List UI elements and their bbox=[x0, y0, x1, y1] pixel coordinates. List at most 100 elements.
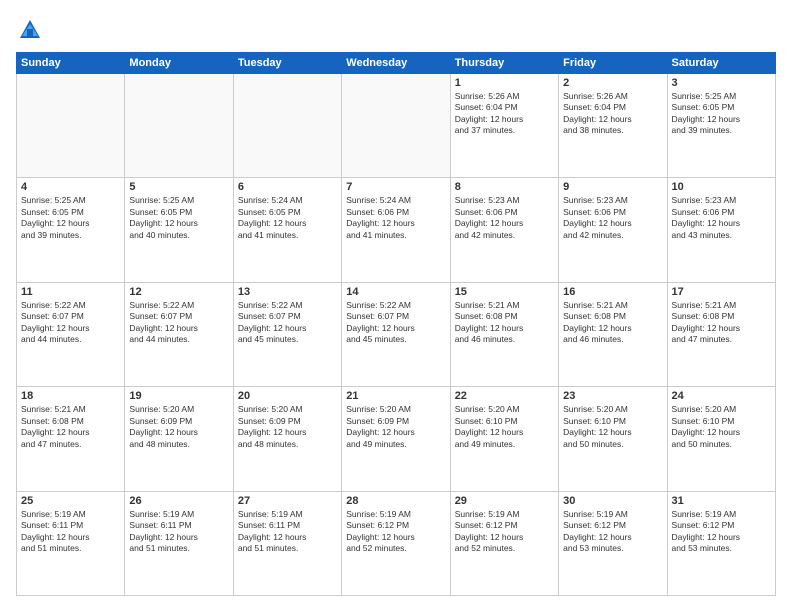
day-info: Sunrise: 5:22 AM Sunset: 6:07 PM Dayligh… bbox=[21, 300, 120, 346]
day-number: 3 bbox=[672, 77, 771, 89]
day-info: Sunrise: 5:21 AM Sunset: 6:08 PM Dayligh… bbox=[21, 404, 120, 450]
day-number: 18 bbox=[21, 390, 120, 402]
calendar-cell: 21Sunrise: 5:20 AM Sunset: 6:09 PM Dayli… bbox=[342, 387, 450, 491]
calendar-cell bbox=[125, 74, 233, 178]
calendar-cell bbox=[17, 74, 125, 178]
day-number: 16 bbox=[563, 286, 662, 298]
day-info: Sunrise: 5:22 AM Sunset: 6:07 PM Dayligh… bbox=[129, 300, 228, 346]
day-info: Sunrise: 5:23 AM Sunset: 6:06 PM Dayligh… bbox=[455, 195, 554, 241]
calendar-cell: 5 Sunrise: 5:25 AM Sunset: 6:05 PM Daylig… bbox=[125, 178, 233, 282]
calendar-header-monday: Monday bbox=[125, 53, 233, 74]
day-number: 8 bbox=[455, 181, 554, 193]
calendar-cell: 30 Sunrise: 5:19 AM Sunset: 6:12 PM Dayli… bbox=[559, 491, 667, 595]
calendar-header-thursday: Thursday bbox=[450, 53, 558, 74]
calendar-header-sunday: Sunday bbox=[17, 53, 125, 74]
calendar-header-saturday: Saturday bbox=[667, 53, 775, 74]
day-info: Sunrise: 5:25 AM Sunset: 6:05 PM Dayligh… bbox=[129, 195, 228, 241]
day-number: 26 bbox=[129, 495, 228, 507]
day-info: Sunrise: 5:23 AM Sunset: 6:06 PM Dayligh… bbox=[563, 195, 662, 241]
calendar-cell: 3Sunrise: 5:25 AM Sunset: 6:05 PM Daylig… bbox=[667, 74, 775, 178]
day-number: 2 bbox=[563, 77, 662, 89]
day-number: 14 bbox=[346, 286, 445, 298]
logo bbox=[16, 16, 48, 44]
day-info: Sunrise: 5:23 AM Sunset: 6:06 PM Dayligh… bbox=[672, 195, 771, 241]
day-info: Sunrise: 5:20 AM Sunset: 6:09 PM Dayligh… bbox=[346, 404, 445, 450]
day-number: 29 bbox=[455, 495, 554, 507]
day-number: 17 bbox=[672, 286, 771, 298]
day-number: 20 bbox=[238, 390, 337, 402]
day-info: Sunrise: 5:21 AM Sunset: 6:08 PM Dayligh… bbox=[563, 300, 662, 346]
calendar-cell: 17 Sunrise: 5:21 AM Sunset: 6:08 PM Dayli… bbox=[667, 282, 775, 386]
day-info: Sunrise: 5:19 AM Sunset: 6:11 PM Dayligh… bbox=[21, 509, 120, 555]
day-info: Sunrise: 5:20 AM Sunset: 6:10 PM Dayligh… bbox=[455, 404, 554, 450]
day-number: 12 bbox=[129, 286, 228, 298]
day-info: Sunrise: 5:20 AM Sunset: 6:09 PM Dayligh… bbox=[238, 404, 337, 450]
day-info: Sunrise: 5:19 AM Sunset: 6:12 PM Dayligh… bbox=[455, 509, 554, 555]
calendar-header-tuesday: Tuesday bbox=[233, 53, 341, 74]
day-number: 25 bbox=[21, 495, 120, 507]
day-info: Sunrise: 5:19 AM Sunset: 6:11 PM Dayligh… bbox=[238, 509, 337, 555]
header bbox=[16, 16, 776, 44]
calendar-cell: 25 Sunrise: 5:19 AM Sunset: 6:11 PM Dayli… bbox=[17, 491, 125, 595]
day-info: Sunrise: 5:19 AM Sunset: 6:11 PM Dayligh… bbox=[129, 509, 228, 555]
day-info: Sunrise: 5:22 AM Sunset: 6:07 PM Dayligh… bbox=[346, 300, 445, 346]
day-number: 19 bbox=[129, 390, 228, 402]
calendar-cell: 28Sunrise: 5:19 AM Sunset: 6:12 PM Dayli… bbox=[342, 491, 450, 595]
day-number: 9 bbox=[563, 181, 662, 193]
calendar-cell: 16 Sunrise: 5:21 AM Sunset: 6:08 PM Dayli… bbox=[559, 282, 667, 386]
calendar-cell: 4Sunrise: 5:25 AM Sunset: 6:05 PM Daylig… bbox=[17, 178, 125, 282]
day-info: Sunrise: 5:24 AM Sunset: 6:05 PM Dayligh… bbox=[238, 195, 337, 241]
day-number: 27 bbox=[238, 495, 337, 507]
calendar-cell: 23Sunrise: 5:20 AM Sunset: 6:10 PM Dayli… bbox=[559, 387, 667, 491]
day-number: 22 bbox=[455, 390, 554, 402]
calendar-week-row: 11 Sunrise: 5:22 AM Sunset: 6:07 PM Dayli… bbox=[17, 282, 776, 386]
day-number: 11 bbox=[21, 286, 120, 298]
day-info: Sunrise: 5:24 AM Sunset: 6:06 PM Dayligh… bbox=[346, 195, 445, 241]
calendar-cell: 1 Sunrise: 5:26 AM Sunset: 6:04 PM Daylig… bbox=[450, 74, 558, 178]
day-number: 1 bbox=[455, 77, 554, 89]
calendar-cell: 22 Sunrise: 5:20 AM Sunset: 6:10 PM Dayli… bbox=[450, 387, 558, 491]
calendar-week-row: 25 Sunrise: 5:19 AM Sunset: 6:11 PM Dayli… bbox=[17, 491, 776, 595]
calendar-week-row: 4Sunrise: 5:25 AM Sunset: 6:05 PM Daylig… bbox=[17, 178, 776, 282]
calendar-cell: 31 Sunrise: 5:19 AM Sunset: 6:12 PM Dayli… bbox=[667, 491, 775, 595]
day-number: 30 bbox=[563, 495, 662, 507]
day-number: 10 bbox=[672, 181, 771, 193]
day-info: Sunrise: 5:25 AM Sunset: 6:05 PM Dayligh… bbox=[21, 195, 120, 241]
day-info: Sunrise: 5:26 AM Sunset: 6:04 PM Dayligh… bbox=[455, 91, 554, 137]
calendar-cell: 2 Sunrise: 5:26 AM Sunset: 6:04 PM Daylig… bbox=[559, 74, 667, 178]
calendar-cell bbox=[342, 74, 450, 178]
calendar-cell: 18 Sunrise: 5:21 AM Sunset: 6:08 PM Dayli… bbox=[17, 387, 125, 491]
day-info: Sunrise: 5:21 AM Sunset: 6:08 PM Dayligh… bbox=[455, 300, 554, 346]
calendar-header-friday: Friday bbox=[559, 53, 667, 74]
day-info: Sunrise: 5:19 AM Sunset: 6:12 PM Dayligh… bbox=[346, 509, 445, 555]
day-number: 6 bbox=[238, 181, 337, 193]
calendar-week-row: 18 Sunrise: 5:21 AM Sunset: 6:08 PM Dayli… bbox=[17, 387, 776, 491]
day-info: Sunrise: 5:21 AM Sunset: 6:08 PM Dayligh… bbox=[672, 300, 771, 346]
calendar-cell bbox=[233, 74, 341, 178]
day-info: Sunrise: 5:22 AM Sunset: 6:07 PM Dayligh… bbox=[238, 300, 337, 346]
calendar-header-wednesday: Wednesday bbox=[342, 53, 450, 74]
calendar-cell: 12 Sunrise: 5:22 AM Sunset: 6:07 PM Dayli… bbox=[125, 282, 233, 386]
day-info: Sunrise: 5:19 AM Sunset: 6:12 PM Dayligh… bbox=[563, 509, 662, 555]
calendar-week-row: 1 Sunrise: 5:26 AM Sunset: 6:04 PM Daylig… bbox=[17, 74, 776, 178]
day-number: 13 bbox=[238, 286, 337, 298]
day-number: 23 bbox=[563, 390, 662, 402]
calendar-cell: 26 Sunrise: 5:19 AM Sunset: 6:11 PM Dayli… bbox=[125, 491, 233, 595]
calendar-cell: 7Sunrise: 5:24 AM Sunset: 6:06 PM Daylig… bbox=[342, 178, 450, 282]
calendar-header-row: SundayMondayTuesdayWednesdayThursdayFrid… bbox=[17, 53, 776, 74]
day-info: Sunrise: 5:26 AM Sunset: 6:04 PM Dayligh… bbox=[563, 91, 662, 137]
calendar-cell: 6 Sunrise: 5:24 AM Sunset: 6:05 PM Daylig… bbox=[233, 178, 341, 282]
logo-icon bbox=[16, 16, 44, 44]
day-info: Sunrise: 5:19 AM Sunset: 6:12 PM Dayligh… bbox=[672, 509, 771, 555]
day-number: 5 bbox=[129, 181, 228, 193]
calendar-cell: 8 Sunrise: 5:23 AM Sunset: 6:06 PM Daylig… bbox=[450, 178, 558, 282]
calendar-cell: 10 Sunrise: 5:23 AM Sunset: 6:06 PM Dayli… bbox=[667, 178, 775, 282]
calendar-body: 1 Sunrise: 5:26 AM Sunset: 6:04 PM Daylig… bbox=[17, 74, 776, 596]
day-number: 31 bbox=[672, 495, 771, 507]
day-number: 24 bbox=[672, 390, 771, 402]
calendar-cell: 13 Sunrise: 5:22 AM Sunset: 6:07 PM Dayli… bbox=[233, 282, 341, 386]
calendar-cell: 19 Sunrise: 5:20 AM Sunset: 6:09 PM Dayli… bbox=[125, 387, 233, 491]
day-info: Sunrise: 5:20 AM Sunset: 6:09 PM Dayligh… bbox=[129, 404, 228, 450]
day-number: 15 bbox=[455, 286, 554, 298]
calendar-cell: 29 Sunrise: 5:19 AM Sunset: 6:12 PM Dayli… bbox=[450, 491, 558, 595]
